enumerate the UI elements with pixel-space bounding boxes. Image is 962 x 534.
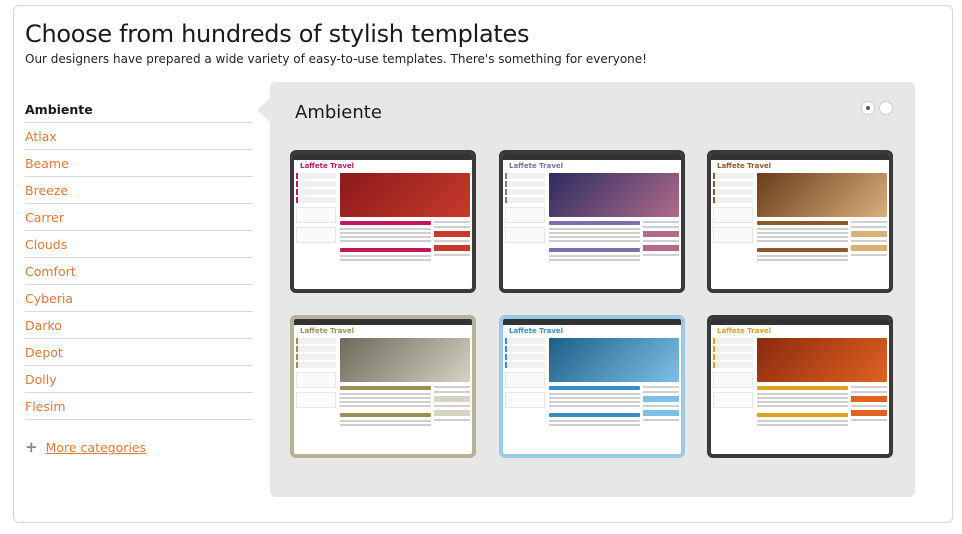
category-item-dolly[interactable]: Dolly bbox=[25, 366, 253, 393]
panel-pointer bbox=[257, 98, 270, 122]
page-subtitle: Our designers have prepared a wide varie… bbox=[25, 52, 647, 66]
category-item-cyberia[interactable]: Cyberia bbox=[25, 285, 253, 312]
category-item-ambiente[interactable]: Ambiente bbox=[25, 96, 253, 123]
category-item-flesim[interactable]: Flesim bbox=[25, 393, 253, 420]
template-logo: Laffete Travel bbox=[300, 161, 355, 170]
template-thumbnail[interactable]: Laffete Travel bbox=[290, 315, 476, 458]
category-item-breeze[interactable]: Breeze bbox=[25, 177, 253, 204]
template-logo: Laffete Travel bbox=[300, 326, 355, 335]
more-categories-link[interactable]: More categories bbox=[46, 440, 146, 455]
template-logo: Laffete Travel bbox=[509, 161, 564, 170]
template-logo: Laffete Travel bbox=[509, 326, 564, 335]
plus-icon: + bbox=[25, 438, 38, 456]
template-thumbnail[interactable]: Laffete Travel bbox=[499, 315, 685, 458]
pager bbox=[861, 101, 893, 115]
template-thumbnail[interactable]: Laffete Travel bbox=[499, 150, 685, 293]
template-logo: Laffete Travel bbox=[717, 326, 772, 335]
pager-dot-2[interactable] bbox=[879, 101, 893, 115]
category-item-darko[interactable]: Darko bbox=[25, 312, 253, 339]
template-preview-panel: Ambiente Laffete Travel Laffete Travel Laf… bbox=[270, 82, 915, 497]
template-hero-image bbox=[340, 173, 470, 217]
page-title: Choose from hundreds of stylish template… bbox=[25, 20, 530, 48]
category-item-atlax[interactable]: Atlax bbox=[25, 123, 253, 150]
category-item-comfort[interactable]: Comfort bbox=[25, 258, 253, 285]
pager-dot-1[interactable] bbox=[861, 101, 875, 115]
category-item-beame[interactable]: Beame bbox=[25, 150, 253, 177]
template-thumbnail[interactable]: Laffete Travel bbox=[707, 315, 893, 458]
template-logo: Laffete Travel bbox=[717, 161, 772, 170]
template-hero-image bbox=[549, 338, 679, 382]
template-hero-image bbox=[757, 173, 887, 217]
template-hero-image bbox=[757, 338, 887, 382]
template-hero-image bbox=[340, 338, 470, 382]
category-item-depot[interactable]: Depot bbox=[25, 339, 253, 366]
template-thumbnail[interactable]: Laffete Travel bbox=[707, 150, 893, 293]
template-hero-image bbox=[549, 173, 679, 217]
category-item-carrer[interactable]: Carrer bbox=[25, 204, 253, 231]
category-item-clouds[interactable]: Clouds bbox=[25, 231, 253, 258]
template-thumbnail[interactable]: Laffete Travel bbox=[290, 150, 476, 293]
category-list: Ambiente Atlax Beame Breeze Carrer Clouds Comf… bbox=[25, 96, 253, 456]
panel-title: Ambiente bbox=[295, 102, 382, 123]
more-categories[interactable]: + More categories bbox=[25, 438, 253, 456]
